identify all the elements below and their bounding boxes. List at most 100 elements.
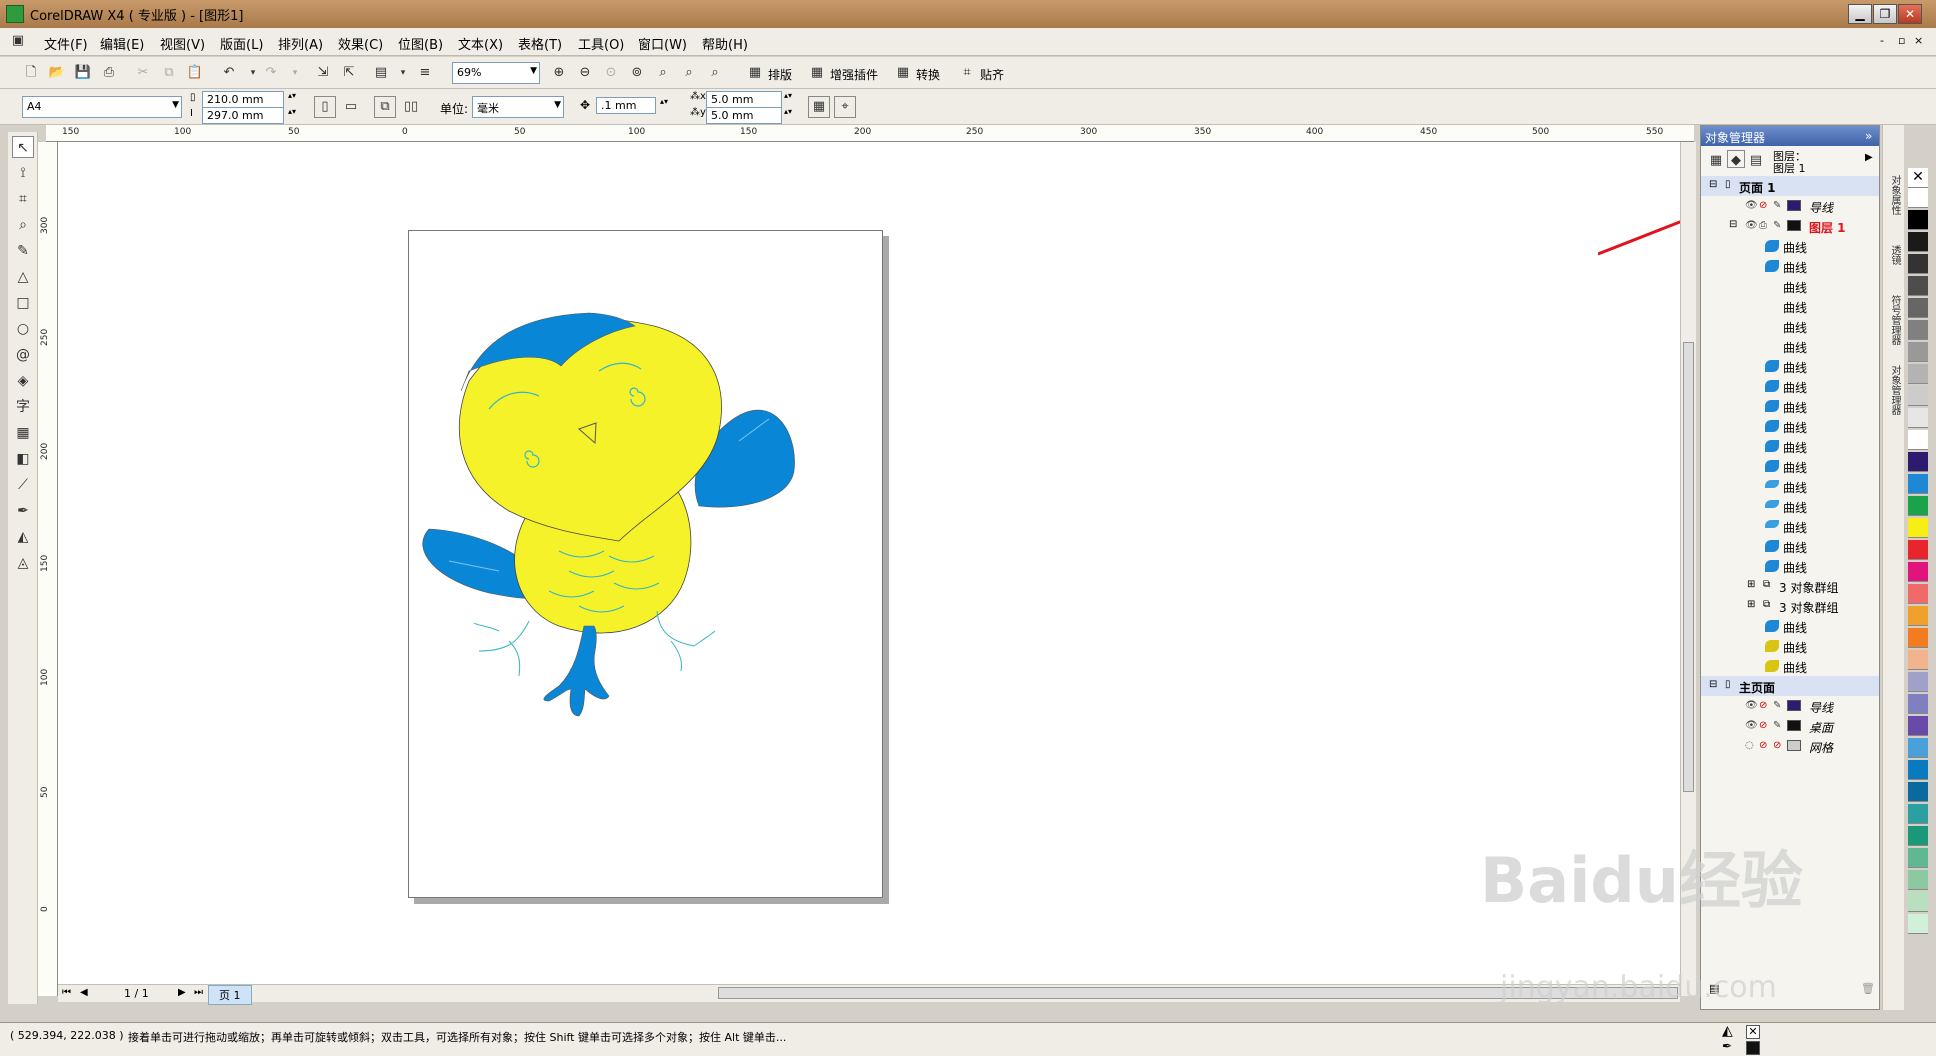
zoom-out-icon[interactable]: ⊖ — [574, 62, 596, 84]
first-page-icon[interactable]: ⏮ — [62, 987, 71, 998]
cut-icon[interactable]: ✂ — [132, 62, 154, 84]
mdi-minimize-icon[interactable]: - — [1880, 34, 1884, 47]
import-icon[interactable]: ⇲ — [312, 62, 334, 84]
spiral-tool-icon[interactable]: @ — [12, 344, 34, 366]
layer-color-swatch[interactable] — [1787, 740, 1801, 751]
list-item[interactable]: 曲线 — [1701, 256, 1879, 276]
list-item[interactable]: 曲线 — [1701, 556, 1879, 576]
list-item[interactable]: 曲线 — [1701, 276, 1879, 296]
height-spinner-icon[interactable]: ▴▾ — [288, 107, 296, 116]
palette-swatch[interactable] — [1908, 694, 1928, 714]
undo-icon[interactable]: ↶ — [218, 62, 240, 84]
tab-object-properties[interactable]: 对象属性 — [1886, 175, 1902, 215]
palette-swatch[interactable] — [1908, 606, 1928, 626]
new-document-icon[interactable]: 🗋 — [20, 62, 42, 84]
palette-swatch[interactable] — [1908, 914, 1928, 934]
zoom-level-combo[interactable]: 69% ▼ — [452, 62, 540, 84]
layer-color-swatch[interactable] — [1787, 700, 1801, 711]
list-item[interactable]: 曲线 — [1701, 356, 1879, 376]
treat-as-filled-icon[interactable]: ▦ — [808, 96, 830, 118]
master-layer-row[interactable]: 👁 ⊘ ✎ 导线 — [1701, 696, 1879, 716]
menu-edit[interactable]: 编辑(E) — [100, 34, 144, 53]
welcome-screen-icon[interactable]: ≡ — [414, 62, 436, 84]
snap-to-objects-icon[interactable]: ⌖ — [834, 96, 856, 118]
export-icon[interactable]: ⇱ — [338, 62, 360, 84]
palette-swatch[interactable] — [1908, 254, 1928, 274]
table-tool-icon[interactable]: ▦ — [12, 422, 34, 444]
layout-button[interactable]: 排版 — [768, 66, 792, 83]
page-1-row[interactable]: ⊟ ▯ 页面 1 — [1701, 176, 1879, 196]
group-row[interactable]: ⊞ ⧉ 3 对象群组 — [1701, 596, 1879, 616]
width-spinner-icon[interactable]: ▴▾ — [288, 91, 296, 100]
palette-swatch[interactable] — [1908, 716, 1928, 736]
flyout-menu-icon[interactable]: ▶ — [1865, 152, 1873, 163]
tab-lens[interactable]: 透镜 — [1886, 245, 1902, 265]
duplicate-y-field[interactable]: 5.0 mm — [706, 107, 782, 124]
print-disabled-icon[interactable]: ⊘ — [1759, 700, 1767, 711]
zoom-tool-icon[interactable]: ⌕ — [12, 214, 34, 236]
horizontal-ruler[interactable]: 150 100 50 0 50 100 150 200 250 300 350 … — [46, 125, 1694, 142]
page-width-field[interactable]: 210.0 mm — [202, 91, 284, 108]
edit-pencil-icon[interactable]: ✎ — [1773, 200, 1781, 211]
palette-swatch[interactable] — [1908, 210, 1928, 230]
zoom-in-icon[interactable]: ⊕ — [548, 62, 570, 84]
page-size-combo[interactable]: A4 ▼ — [22, 96, 182, 118]
menu-layout[interactable]: 版面(L) — [220, 34, 263, 53]
palette-swatch[interactable] — [1908, 364, 1928, 384]
layer-color-swatch[interactable] — [1787, 200, 1801, 211]
eye-icon[interactable]: 👁 — [1745, 220, 1758, 231]
zoom-height-icon[interactable]: ⌕ — [704, 62, 726, 84]
expand-icon[interactable]: ⊞ — [1747, 579, 1755, 590]
list-item[interactable]: 曲线 — [1701, 296, 1879, 316]
dup-y-spinner-icon[interactable]: ▴▾ — [784, 107, 792, 116]
page-height-field[interactable]: 297.0 mm — [202, 107, 284, 124]
nudge-field[interactable]: .1 mm — [596, 97, 656, 114]
collapse-icon[interactable]: ⊟ — [1709, 179, 1717, 190]
guides-layer-row[interactable]: 👁 ⊘ ✎ 导线 — [1701, 196, 1879, 216]
menu-table[interactable]: 表格(T) — [518, 34, 562, 53]
snap-button[interactable]: 贴齐 — [980, 66, 1004, 83]
palette-swatch[interactable] — [1908, 430, 1928, 450]
last-page-icon[interactable]: ⏭ — [194, 987, 203, 998]
convert-button[interactable]: 转换 — [916, 66, 940, 83]
expand-icon[interactable]: ⊞ — [1747, 599, 1755, 610]
current-page-icon[interactable]: ▯▯ — [400, 96, 422, 118]
palette-swatch[interactable] — [1908, 452, 1928, 472]
landscape-icon[interactable]: ▭ — [340, 96, 362, 118]
list-item[interactable]: 曲线 — [1701, 636, 1879, 656]
list-item[interactable]: 曲线 — [1701, 456, 1879, 476]
palette-swatch[interactable] — [1908, 188, 1928, 208]
freehand-tool-icon[interactable]: ✎ — [12, 240, 34, 262]
layer-color-swatch[interactable] — [1787, 720, 1801, 731]
palette-swatch[interactable] — [1908, 738, 1928, 758]
eye-icon[interactable]: 👁 — [1745, 200, 1758, 211]
print-icon[interactable]: ⎙ — [98, 62, 120, 84]
menu-text[interactable]: 文本(X) — [458, 34, 503, 53]
layer-1-row[interactable]: ⊟ 👁 ⎙ ✎ 图层 1 — [1701, 216, 1879, 236]
edit-pencil-icon[interactable]: ✎ — [1773, 700, 1781, 711]
save-icon[interactable]: 💾 — [72, 62, 94, 84]
fill-tool-icon[interactable]: ◭ — [12, 526, 34, 548]
print-disabled-icon[interactable]: ⊘ — [1759, 740, 1767, 751]
palette-swatch[interactable] — [1908, 782, 1928, 802]
palette-swatch[interactable] — [1908, 848, 1928, 868]
copy-icon[interactable]: ⧉ — [158, 62, 180, 84]
palette-swatch[interactable] — [1908, 650, 1928, 670]
zoom-all-icon[interactable]: ⊚ — [626, 62, 648, 84]
vertical-ruler[interactable]: 300 250 200 150 100 50 0 — [38, 142, 58, 996]
layer-color-swatch[interactable] — [1787, 220, 1801, 231]
all-pages-icon[interactable]: ⧉ — [374, 96, 396, 118]
list-item[interactable]: 曲线 — [1701, 616, 1879, 636]
list-item[interactable]: 曲线 — [1701, 396, 1879, 416]
palette-swatch[interactable] — [1908, 276, 1928, 296]
eye-hidden-icon[interactable]: ◌ — [1745, 740, 1754, 751]
list-item[interactable]: 曲线 — [1701, 316, 1879, 336]
master-layer-row[interactable]: ◌ ⊘ ⊘ 网格 — [1701, 736, 1879, 756]
list-item[interactable]: 曲线 — [1701, 236, 1879, 256]
ellipse-tool-icon[interactable]: ○ — [12, 318, 34, 340]
portrait-icon[interactable]: ▯ — [314, 96, 336, 118]
printer-icon[interactable]: ⎙ — [1759, 220, 1767, 231]
crop-tool-icon[interactable]: ⌗ — [12, 188, 34, 210]
palette-swatch[interactable] — [1908, 562, 1928, 582]
menu-window[interactable]: 窗口(W) — [638, 34, 687, 53]
